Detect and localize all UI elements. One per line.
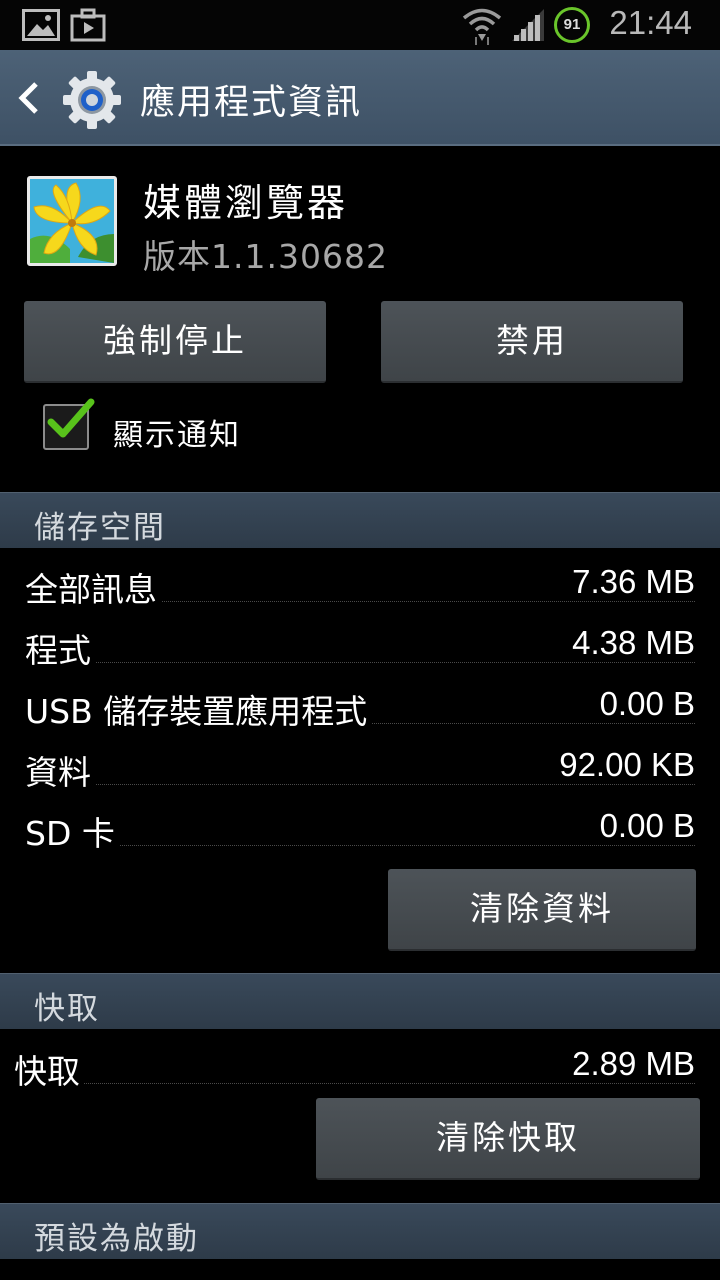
dotted-leader (14, 1083, 695, 1084)
storage-row-value: 7.36 MB (568, 563, 695, 601)
list-item: 資料 92.00 KB (25, 746, 695, 796)
dotted-leader (25, 845, 695, 846)
section-header-cache: 快取 (0, 973, 720, 1029)
storage-row-label: 資料 (25, 746, 95, 794)
list-item: 全部訊息 7.36 MB (25, 563, 695, 613)
list-item: 快取 2.89 MB (14, 1045, 695, 1095)
storage-row-value: 92.00 KB (555, 746, 695, 784)
storage-row-label: SD 卡 (25, 807, 119, 855)
settings-gear-icon[interactable] (60, 68, 124, 136)
storage-row-label: USB 儲存裝置應用程式 (25, 685, 372, 733)
storage-row-label: 全部訊息 (25, 563, 161, 611)
disable-button[interactable]: 禁用 (381, 301, 683, 383)
storage-row-label: 程式 (25, 624, 95, 672)
list-item: USB 儲存裝置應用程式 0.00 B (25, 685, 695, 735)
dotted-leader (25, 662, 695, 663)
app-info-screen: 91 21:44 應用程式資訊 媒體瀏覽器 版本1.1.30682 強制停止 禁… (0, 0, 720, 1280)
storage-row-value: 4.38 MB (568, 624, 695, 662)
checkmark-icon (47, 398, 95, 438)
list-item: 程式 4.38 MB (25, 624, 695, 674)
show-notifications-label: 顯示通知 (113, 418, 241, 453)
section-title: 預設為啟動 (34, 1221, 199, 1257)
signal-icon (510, 7, 546, 47)
dotted-leader (25, 784, 695, 785)
clear-data-button[interactable]: 清除資料 (388, 869, 696, 951)
briefcase-icon (70, 8, 106, 46)
battery-icon: 91 (554, 7, 590, 43)
back-arrow-icon[interactable] (14, 80, 42, 120)
gallery-icon (22, 9, 60, 45)
clear-cache-button[interactable]: 清除快取 (316, 1098, 700, 1180)
force-stop-button[interactable]: 強制停止 (24, 301, 326, 383)
action-bar: 應用程式資訊 (0, 50, 720, 146)
show-notifications-checkbox[interactable] (43, 398, 95, 450)
list-item: SD 卡 0.00 B (25, 807, 695, 857)
clock: 21:44 (609, 4, 692, 41)
section-title: 儲存空間 (34, 510, 166, 546)
yellow-lily-flower-icon (27, 176, 117, 266)
section-header-launch-default: 預設為啟動 (0, 1203, 720, 1259)
app-name: 媒體瀏覽器 (143, 181, 349, 225)
section-header-storage: 儲存空間 (0, 492, 720, 548)
app-version: 版本1.1.30682 (143, 237, 388, 276)
status-bar: 91 21:44 (0, 0, 720, 50)
wifi-icon (462, 5, 502, 49)
cache-row-value: 2.89 MB (568, 1045, 695, 1083)
storage-row-value: 0.00 B (595, 807, 695, 845)
cache-row-label: 快取 (14, 1045, 84, 1093)
storage-row-value: 0.00 B (595, 685, 695, 723)
page-title: 應用程式資訊 (140, 83, 363, 123)
section-title: 快取 (34, 991, 100, 1027)
